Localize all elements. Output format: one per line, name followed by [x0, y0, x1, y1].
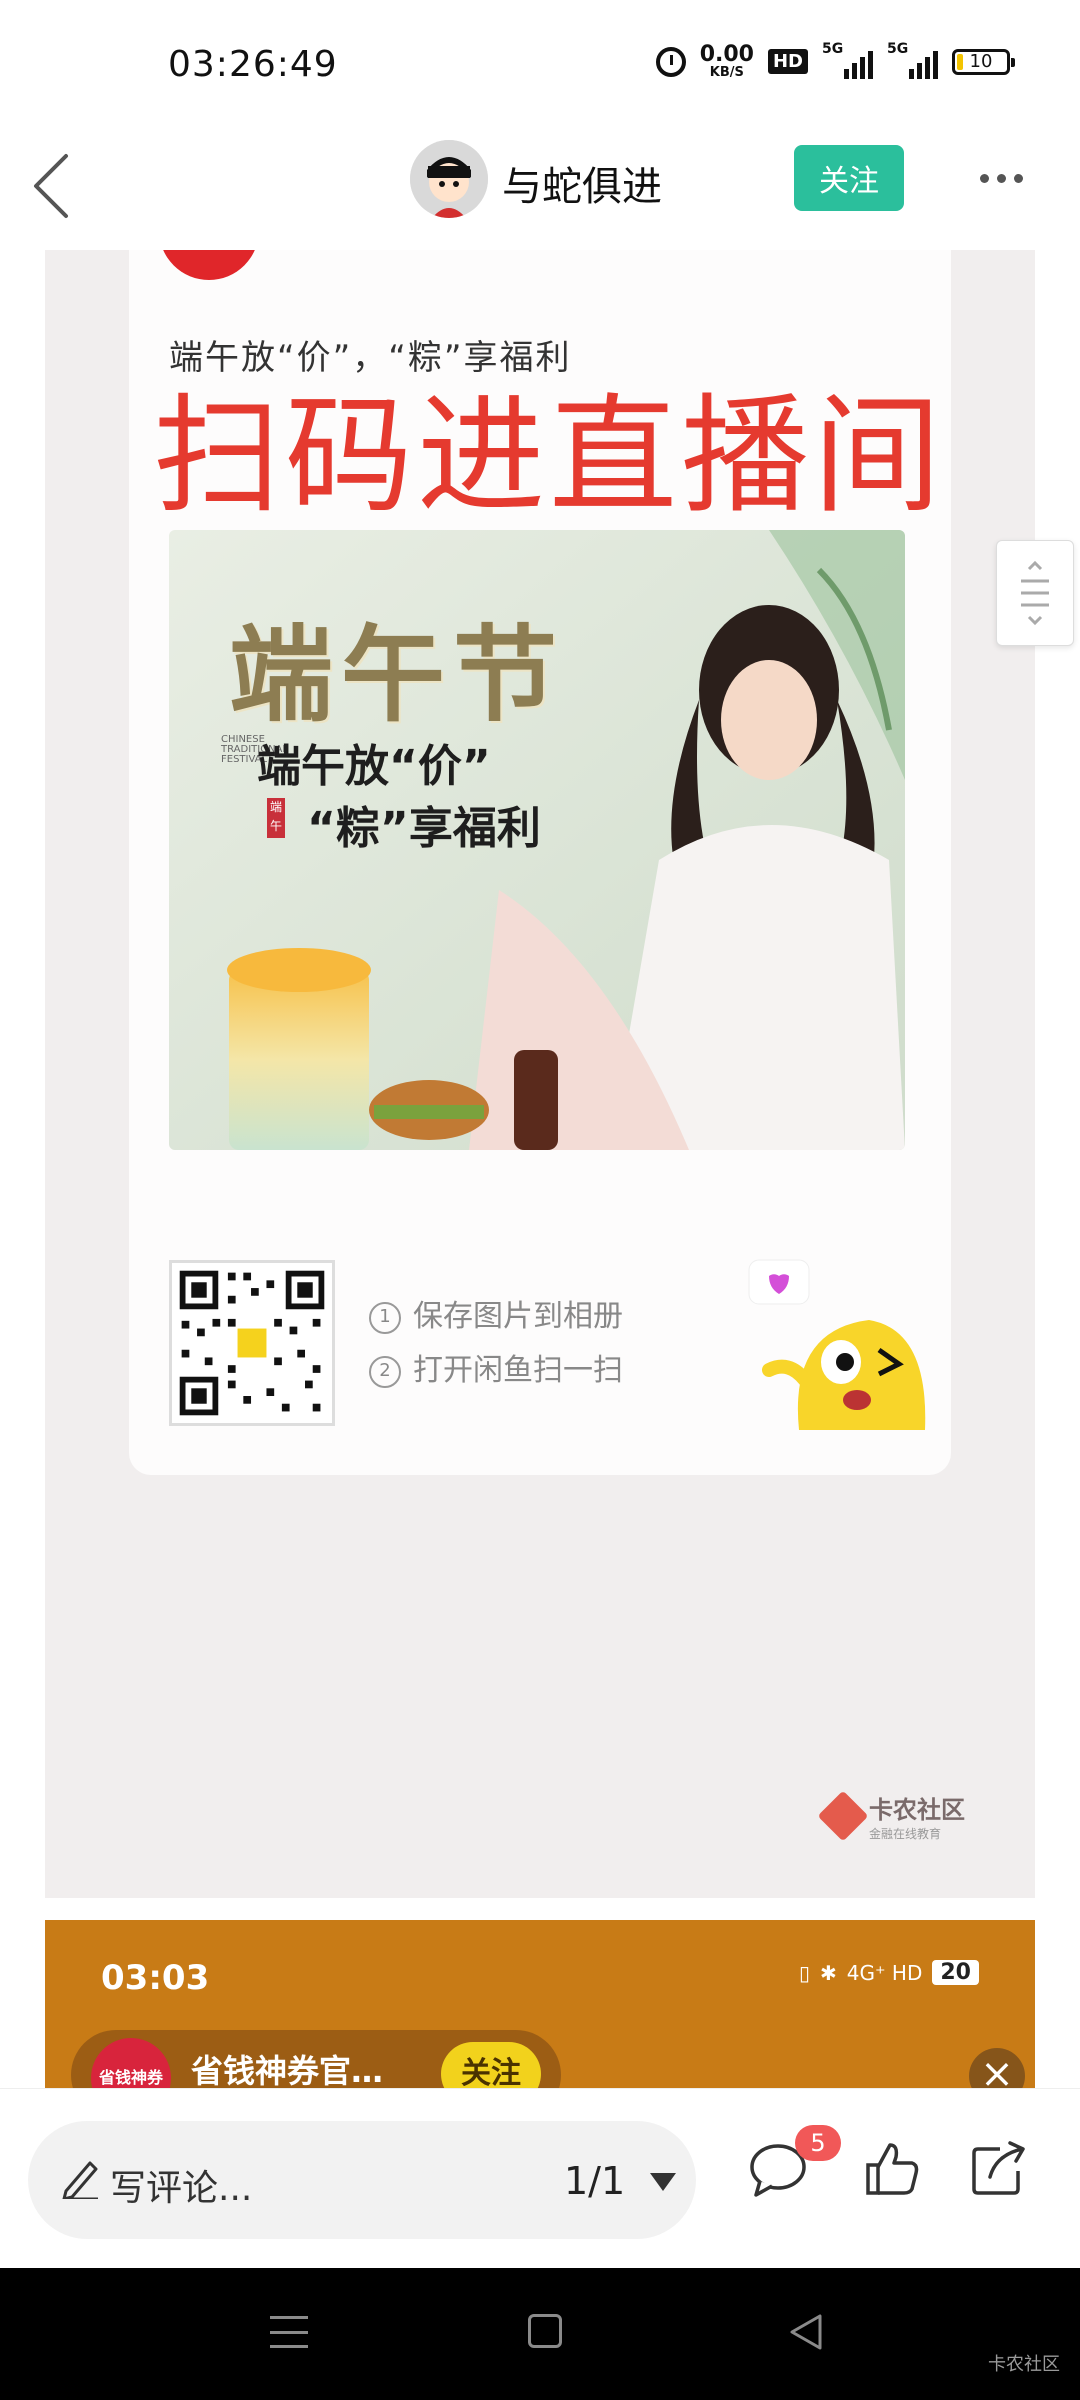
signal-icon-2: 5G — [887, 41, 938, 79]
post-image[interactable]: 端午放“价”，“粽”享福利 扫码进直播间 端午节 端午放“价” 端午 “粽”享福… — [45, 250, 1035, 1898]
qr-step-2-text: 打开闲鱼扫一扫 — [413, 1353, 623, 1388]
qr-section: 1 保存图片到相册 2 打开闲鱼扫一扫 — [169, 1250, 929, 1450]
watermark-subtitle: 金融在线教育 — [869, 1827, 942, 1841]
preview-time: 03:03 — [101, 1958, 210, 1998]
system-watermark: 卡农社区 — [988, 2354, 1060, 2375]
preview-follow-button: 关注 — [441, 2042, 541, 2090]
alarm-icon — [655, 46, 686, 77]
poster-subtitle: 端午放“价”，“粽”享福利 — [169, 338, 572, 378]
status-icons: 0.00 KB/S HD 5G 5G 10 — [655, 41, 1015, 80]
signal-label-2: 5G — [887, 40, 909, 57]
share-icon[interactable] — [966, 2137, 1030, 2201]
preview-network: 4G⁺ HD — [846, 1960, 923, 1985]
photo-title: 端午节 — [229, 614, 566, 736]
qr-code[interactable] — [169, 1260, 335, 1426]
bluetooth-icon: ✱ — [820, 1960, 837, 1985]
page-indicator[interactable]: 1/1 — [564, 2159, 625, 2203]
top-nav-bar: 与蛇俱进 关注 — [0, 130, 1080, 250]
poster-card: 端午放“价”，“粽”享福利 扫码进直播间 端午节 端午放“价” 端午 “粽”享福… — [129, 250, 951, 1475]
photo-line-2: “粽”享福利 — [307, 803, 541, 854]
hd-icon: HD — [767, 49, 808, 74]
comment-placeholder: 写评论... — [110, 2168, 253, 2209]
watermark-title: 卡农社区 — [869, 1796, 965, 1824]
status-time: 03:26:49 — [168, 44, 338, 85]
back-icon[interactable] — [24, 148, 84, 224]
scroll-handle[interactable] — [996, 540, 1074, 646]
qr-instructions: 1 保存图片到相册 2 打开闲鱼扫一扫 — [369, 1290, 623, 1398]
network-speed-unit: KB/S — [709, 65, 744, 80]
system-back-icon[interactable] — [786, 2312, 826, 2352]
qr-step-1: 1 保存图片到相册 — [369, 1290, 623, 1344]
photo-stamp: 端午 — [267, 798, 285, 838]
preview-account-chip: 省钱神券 省钱神券官… 关注 — [71, 2030, 561, 2090]
like-icon[interactable] — [860, 2137, 924, 2201]
more-icon[interactable] — [980, 174, 1023, 183]
signal-icon: 5G — [822, 41, 873, 79]
system-nav-bar: 卡农社区 — [0, 2268, 1080, 2400]
dropdown-caret-icon[interactable] — [650, 2173, 676, 2191]
follow-button[interactable]: 关注 — [794, 145, 904, 211]
vibrate-icon: ▯ — [799, 1960, 811, 1985]
next-image-preview[interactable]: 03:03 ▯ ✱ 4G⁺ HD 20 省钱神券 省钱神券官… 关注 × — [45, 1920, 1035, 2090]
battery-level: 10 — [969, 51, 993, 72]
preview-close-icon: × — [969, 2048, 1025, 2090]
avatar[interactable] — [410, 140, 488, 218]
pencil-icon — [62, 2161, 98, 2199]
comment-count-badge: 5 — [795, 2125, 841, 2161]
step-number-1: 1 — [369, 1301, 401, 1334]
recent-apps-icon[interactable] — [270, 2316, 308, 2348]
watermark: 卡农社区 金融在线教育 — [817, 1790, 965, 1842]
qr-step-1-text: 保存图片到相册 — [413, 1299, 623, 1334]
status-bar: 03:26:49 0.00 KB/S HD 5G 5G 10 — [0, 0, 1080, 130]
preview-status-icons: ▯ ✱ 4G⁺ HD 20 — [799, 1960, 979, 1985]
step-number-2: 2 — [369, 1355, 401, 1388]
battery-icon: 10 — [952, 48, 1015, 75]
overlay-text: 扫码进直播间 — [152, 382, 945, 531]
watermark-logo-icon — [817, 1790, 869, 1842]
qr-step-2: 2 打开闲鱼扫一扫 — [369, 1344, 623, 1398]
preview-name: 省钱神券官… — [191, 2052, 384, 2090]
network-speed-value: 0.00 — [699, 42, 754, 67]
home-icon[interactable] — [528, 2314, 562, 2348]
promo-photo: 端午节 CHINESE TRADITIONAL FESTIVAL 端午放“价” … — [169, 530, 905, 1150]
preview-battery: 20 — [932, 1960, 979, 1985]
brand-logo — [159, 250, 259, 280]
avatar-image — [410, 140, 488, 218]
photo-line-1: 端午放“价” — [257, 741, 491, 792]
mascot-icon — [748, 1259, 926, 1430]
preview-logo: 省钱神券 — [91, 2038, 171, 2090]
bottom-action-bar: 写评论... 1/1 5 — [0, 2088, 1080, 2269]
network-speed: 0.00 KB/S — [699, 42, 754, 80]
scroll-handle-icon — [1021, 560, 1049, 626]
username[interactable]: 与蛇俱进 — [502, 154, 662, 212]
comment-input[interactable]: 写评论... 1/1 — [28, 2121, 696, 2239]
photo-vertical-text: CHINESE TRADITIONAL FESTIVAL — [221, 735, 288, 765]
signal-label: 5G — [822, 40, 844, 57]
